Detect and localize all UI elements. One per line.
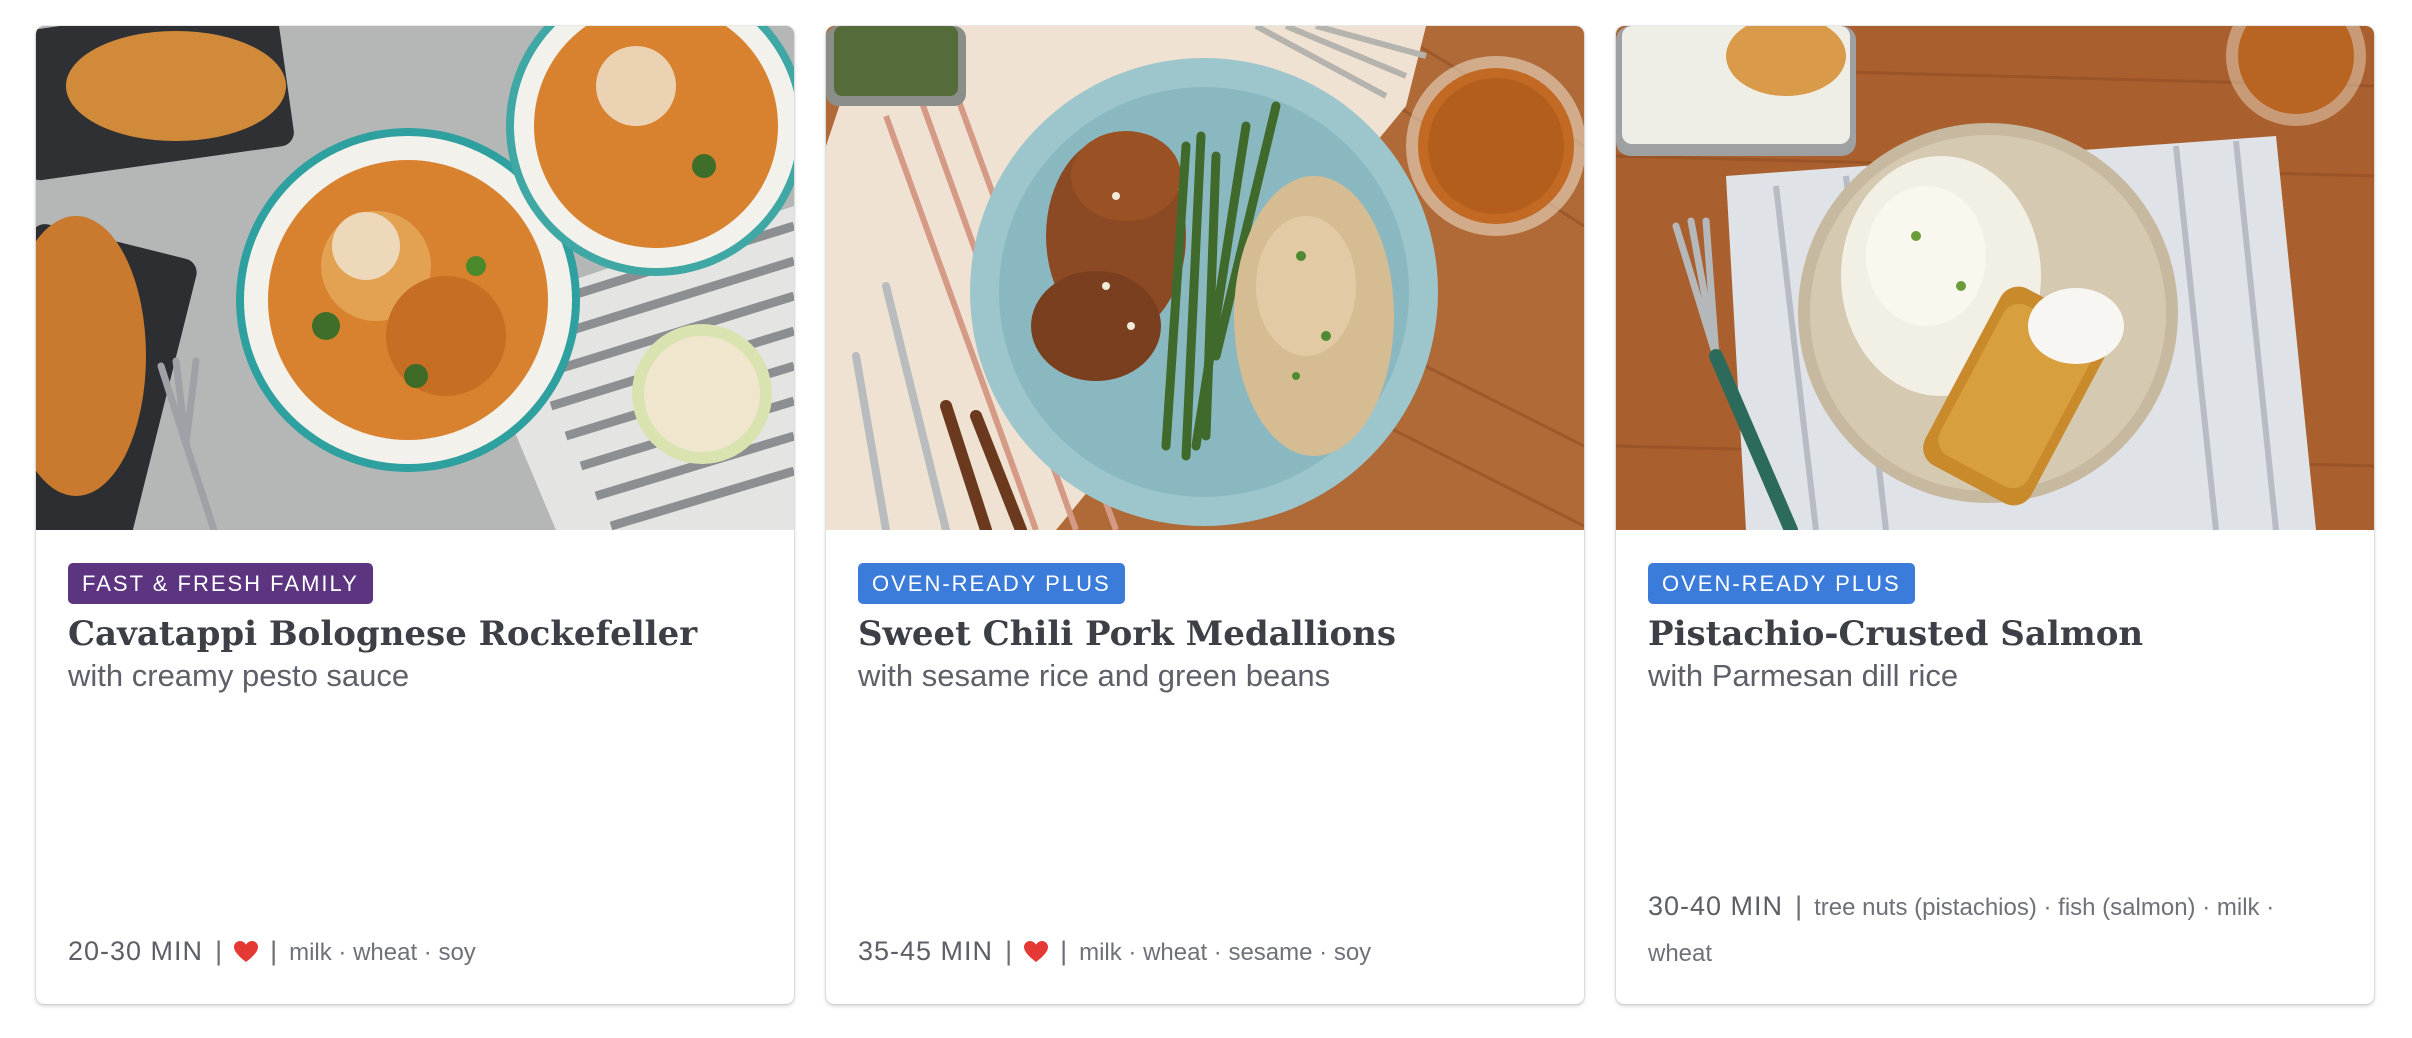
recipe-meta: 30-40 MIN | tree nuts (pistachios) · fish … [1648,884,2342,976]
recipe-card[interactable]: OVEN-READY PLUS Pistachio-Crusted Salmon… [1616,26,2374,1004]
menu-tag: OVEN-READY PLUS [1648,563,1915,604]
menu-tag: OVEN-READY PLUS [858,563,1125,604]
recipe-grid: FAST & FRESH FAMILY Cavatappi Bolognese … [36,26,2374,1004]
recipe-photo [1616,26,2374,530]
meta-separator: | [215,936,223,966]
meta-separator: | [1005,936,1013,966]
recipe-meta: 35-45 MIN | | milk · wheat · sesame · soy [858,929,1552,976]
allergen-list: milk · wheat · soy [289,939,476,966]
recipe-card[interactable]: FAST & FRESH FAMILY Cavatappi Bolognese … [36,26,794,1004]
recipe-title: Sweet Chili Pork Medallions [858,614,1396,654]
allergen-list-cont: wheat [1648,940,1713,967]
recipe-photo [36,26,794,530]
menu-tag: FAST & FRESH FAMILY [68,563,373,604]
cook-time: 20-30 MIN [68,936,204,966]
recipe-card-body: OVEN-READY PLUS Sweet Chili Pork Medalli… [858,563,1552,1004]
meta-separator: | [270,936,278,966]
recipe-card-body: OVEN-READY PLUS Pistachio-Crusted Salmon… [1648,563,2342,1004]
cook-time: 35-45 MIN [858,936,994,966]
recipe-subtitle: with Parmesan dill rice [1648,658,1959,693]
cook-time: 30-40 MIN [1648,891,1784,921]
heart-icon [234,932,259,976]
recipe-title: Pistachio-Crusted Salmon [1648,614,2144,654]
recipe-title: Cavatappi Bolognese Rockefeller [68,614,698,654]
recipe-subtitle: with creamy pesto sauce [68,658,410,693]
allergen-list: milk · wheat · sesame · soy [1079,939,1372,966]
recipe-card-body: FAST & FRESH FAMILY Cavatappi Bolognese … [68,563,762,1004]
recipe-card[interactable]: OVEN-READY PLUS Sweet Chili Pork Medalli… [826,26,1584,1004]
meta-separator: | [1060,936,1068,966]
allergen-list: tree nuts (pistachios) · fish (salmon) ·… [1814,894,2275,921]
meta-separator: | [1795,891,1803,921]
heart-icon [1024,932,1049,976]
recipe-meta: 20-30 MIN | | milk · wheat · soy [68,929,762,976]
recipe-photo [826,26,1584,530]
recipe-subtitle: with sesame rice and green beans [858,658,1331,693]
